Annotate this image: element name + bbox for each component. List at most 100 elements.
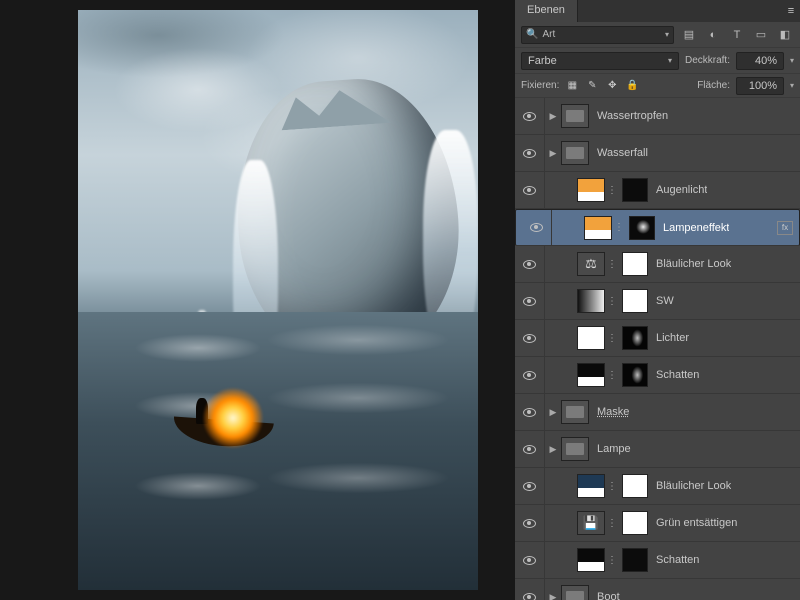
chevron-down-icon[interactable]: ▾ (790, 56, 794, 65)
mask-link-icon[interactable]: ⋮ (607, 518, 617, 529)
wave (78, 324, 478, 364)
expand-arrow-icon[interactable]: ▶ (545, 111, 561, 122)
layer-row[interactable]: ▶ Wassertropfen (515, 98, 800, 135)
filter-shape-icon[interactable]: ▭ (752, 26, 770, 44)
layer-row[interactable]: ⋮ Schatten (515, 357, 800, 394)
folder-icon (561, 104, 589, 128)
layer-name[interactable]: Schatten (656, 369, 699, 381)
mask-link-icon[interactable]: ⋮ (607, 185, 617, 196)
layer-mask-thumbnail[interactable] (622, 326, 648, 350)
fill-input[interactable]: 100% (736, 77, 784, 95)
layer-row[interactable]: ⋮ Bläulicher Look (515, 468, 800, 505)
layer-row[interactable]: ▶ Lampe (515, 431, 800, 468)
layer-name[interactable]: Lampe (597, 443, 631, 455)
lock-all-icon[interactable]: 🔒 (625, 79, 639, 93)
layer-mask-thumbnail[interactable] (622, 252, 648, 276)
panel-menu-icon[interactable]: ≡ (782, 0, 800, 22)
lock-pixels-icon[interactable]: ✎ (585, 79, 599, 93)
layer-mask-thumbnail[interactable] (622, 289, 648, 313)
filter-adjust-icon[interactable]: ◐ (704, 26, 722, 44)
layer-name[interactable]: Augenlicht (656, 184, 707, 196)
layer-name[interactable]: Lampeneffekt (663, 222, 729, 234)
layer-name[interactable]: Lichter (656, 332, 689, 344)
visibility-toggle[interactable] (515, 542, 545, 578)
mask-link-icon[interactable]: ⋮ (607, 555, 617, 566)
opacity-label: Deckkraft: (685, 55, 730, 66)
visibility-toggle[interactable] (515, 394, 545, 430)
tab-layers[interactable]: Ebenen (515, 0, 578, 22)
layer-thumbnail[interactable]: 💾 (577, 511, 605, 535)
layer-row[interactable]: ▶ Wasserfall (515, 135, 800, 172)
layer-mask-thumbnail[interactable] (629, 216, 655, 240)
eye-icon (523, 519, 536, 528)
layer-filter-type-value: Art (542, 29, 555, 40)
filter-type-icon[interactable]: T (728, 26, 746, 44)
filter-image-icon[interactable]: ▤ (680, 26, 698, 44)
layer-row[interactable]: ⋮ Augenlicht (515, 172, 800, 209)
layer-effects-icon[interactable]: fx (777, 221, 793, 235)
blend-mode-select[interactable]: Farbe ▾ (521, 52, 679, 70)
mask-link-icon[interactable]: ⋮ (614, 222, 624, 233)
layer-thumbnail[interactable] (577, 178, 605, 202)
mask-link-icon[interactable]: ⋮ (607, 296, 617, 307)
visibility-toggle[interactable] (515, 135, 545, 171)
layer-mask-thumbnail[interactable] (622, 178, 648, 202)
layer-thumbnail[interactable]: ⚖ (577, 252, 605, 276)
document-canvas[interactable] (78, 10, 478, 590)
layer-name[interactable]: Wassertropfen (597, 110, 668, 122)
visibility-toggle[interactable] (515, 579, 545, 600)
visibility-toggle[interactable] (515, 98, 545, 134)
chevron-down-icon[interactable]: ▾ (790, 81, 794, 90)
layer-row[interactable]: ⋮ Lampeneffekt fx (515, 209, 800, 246)
expand-arrow-icon[interactable]: ▶ (545, 407, 561, 418)
wave (78, 462, 478, 502)
visibility-toggle[interactable] (515, 246, 545, 282)
layer-name[interactable]: SW (656, 295, 674, 307)
visibility-toggle[interactable] (515, 357, 545, 393)
visibility-toggle[interactable] (515, 283, 545, 319)
layer-name[interactable]: Wasserfall (597, 147, 648, 159)
layer-thumbnail[interactable] (577, 548, 605, 572)
layer-name[interactable]: Schatten (656, 554, 699, 566)
opacity-input[interactable]: 40% (736, 52, 784, 70)
layer-name[interactable]: Bläulicher Look (656, 480, 731, 492)
visibility-toggle[interactable] (515, 505, 545, 541)
layer-name[interactable]: Maske (597, 406, 629, 418)
expand-arrow-icon[interactable]: ▶ (545, 592, 561, 600)
layer-row[interactable]: ⋮ Schatten (515, 542, 800, 579)
layer-mask-thumbnail[interactable] (622, 511, 648, 535)
visibility-toggle[interactable] (515, 320, 545, 356)
layer-name[interactable]: Bläulicher Look (656, 258, 731, 270)
visibility-toggle[interactable] (515, 172, 545, 208)
layer-name[interactable]: Boot (597, 591, 620, 600)
layer-thumbnail[interactable] (577, 326, 605, 350)
layer-mask-thumbnail[interactable] (622, 474, 648, 498)
layer-row[interactable]: ▶ Maske (515, 394, 800, 431)
layer-row[interactable]: 💾⋮ Grün entsättigen (515, 505, 800, 542)
layer-thumbnail[interactable] (577, 474, 605, 498)
layer-name[interactable]: Grün entsättigen (656, 517, 737, 529)
visibility-toggle[interactable] (515, 468, 545, 504)
mask-link-icon[interactable]: ⋮ (607, 370, 617, 381)
visibility-toggle[interactable] (522, 210, 552, 245)
layer-row[interactable]: ▶ Boot (515, 579, 800, 600)
lock-position-icon[interactable]: ✥ (605, 79, 619, 93)
visibility-toggle[interactable] (515, 431, 545, 467)
expand-arrow-icon[interactable]: ▶ (545, 148, 561, 159)
lock-transparent-icon[interactable]: ▦ (565, 79, 579, 93)
layer-mask-thumbnail[interactable] (622, 548, 648, 572)
sea (78, 312, 478, 590)
expand-arrow-icon[interactable]: ▶ (545, 444, 561, 455)
layer-thumbnail[interactable] (584, 216, 612, 240)
layer-row[interactable]: ⋮ SW (515, 283, 800, 320)
layer-row[interactable]: ⚖⋮ Bläulicher Look (515, 246, 800, 283)
layer-thumbnail[interactable] (577, 289, 605, 313)
layer-mask-thumbnail[interactable] (622, 363, 648, 387)
mask-link-icon[interactable]: ⋮ (607, 481, 617, 492)
layer-thumbnail[interactable] (577, 363, 605, 387)
mask-link-icon[interactable]: ⋮ (607, 333, 617, 344)
mask-link-icon[interactable]: ⋮ (607, 259, 617, 270)
layer-filter-type[interactable]: 🔍 Art ▾ (521, 26, 674, 44)
layer-row[interactable]: ⋮ Lichter (515, 320, 800, 357)
filter-smart-icon[interactable]: ◧ (776, 26, 794, 44)
